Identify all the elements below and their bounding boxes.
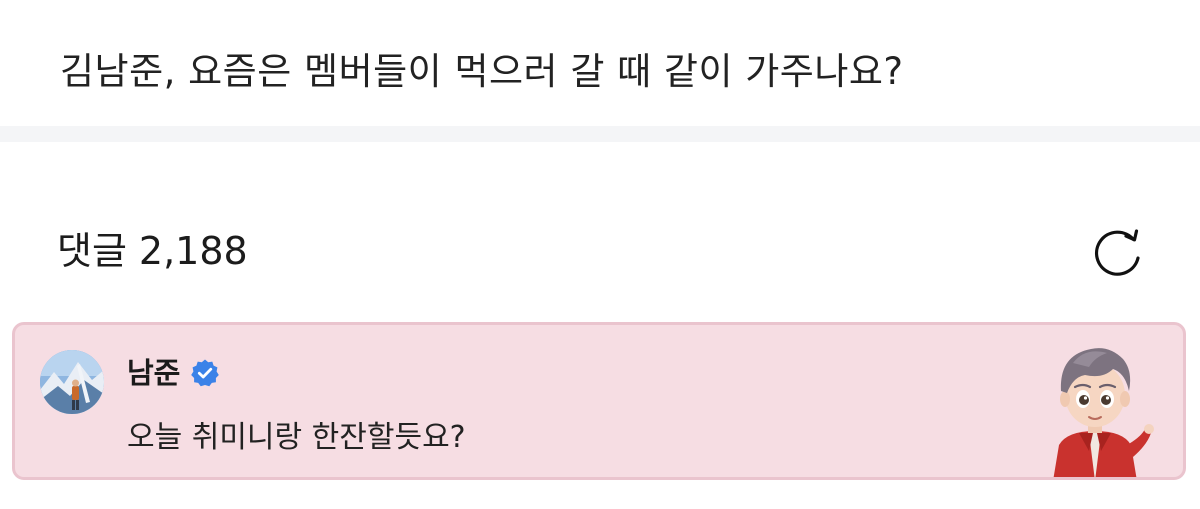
- comments-title: 댓글 2,188: [57, 222, 248, 280]
- section-divider: [0, 126, 1200, 142]
- verified-badge-icon: [191, 359, 220, 387]
- comment-text: 오늘 취미니랑 한잔할듯요?: [127, 420, 466, 455]
- comments-label: 댓글: [57, 229, 127, 273]
- character-sticker: [1053, 348, 1154, 477]
- comments-header: 댓글 2,188: [57, 222, 1147, 282]
- avatar[interactable]: [40, 350, 104, 414]
- comment-author-row: 남준: [127, 353, 220, 393]
- refresh-button[interactable]: [1089, 222, 1147, 280]
- comment-author-name[interactable]: 남준: [127, 353, 180, 393]
- post-title: 김남준, 요즘은 멤버들이 먹으러 갈 때 같이 가주나요?: [60, 50, 904, 93]
- avatar-image: [40, 350, 104, 414]
- comments-count: 2,188: [138, 229, 248, 273]
- refresh-icon: [1095, 229, 1140, 276]
- featured-comment-card[interactable]: 남준 오늘 취미니랑 한잔할듯요?: [12, 322, 1186, 480]
